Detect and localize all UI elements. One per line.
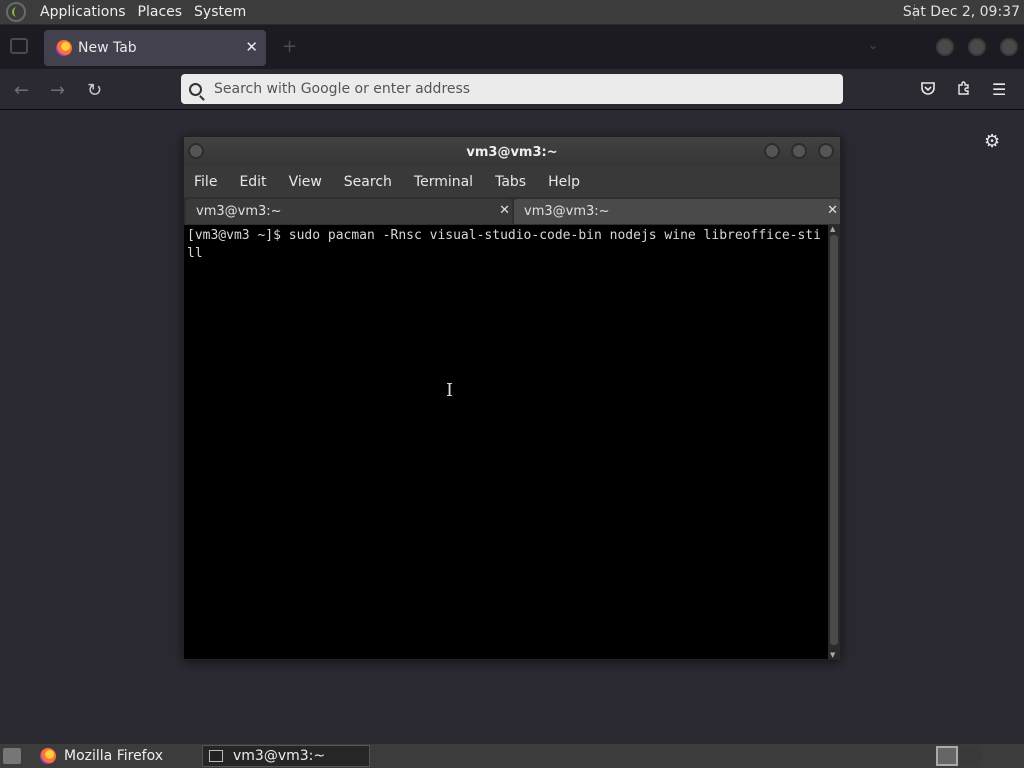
terminal-minimize-button[interactable] [764,143,780,159]
terminal-window: vm3@vm3:~ File Edit View Search Terminal… [183,136,841,660]
terminal-tab-bar: vm3@vm3:~ ✕ vm3@vm3:~ ✕ [184,197,840,225]
search-icon [189,82,202,96]
terminal-titlebar[interactable]: vm3@vm3:~ [184,137,840,167]
text-cursor-icon: I [446,380,454,401]
terminal-output[interactable]: [vm3@vm3 ~]$ sudo pacman -Rnsc visual-st… [184,225,828,659]
menu-view[interactable]: View [289,174,322,190]
menu-system[interactable]: System [188,4,252,20]
reload-icon[interactable]: ↻ [87,80,102,101]
terminal-tab-2[interactable]: vm3@vm3:~ ✕ [514,199,840,224]
pocket-icon[interactable] [920,80,936,100]
url-bar[interactable] [181,74,843,104]
menu-tabs[interactable]: Tabs [495,174,526,190]
terminal-tab-1[interactable]: vm3@vm3:~ ✕ [186,199,512,224]
puzzle-icon[interactable] [956,80,972,100]
taskbar-terminal[interactable]: vm3@vm3:~ [202,745,370,767]
scrollbar-thumb[interactable] [830,235,838,645]
sidebar-icon[interactable] [10,38,28,54]
clock[interactable]: Sat Dec 2, 09:37 [903,4,1020,20]
menu-file[interactable]: File [194,174,217,190]
minimize-window-button[interactable] [936,38,954,56]
close-icon[interactable]: ✕ [827,203,838,218]
maximize-window-button[interactable] [968,38,986,56]
menu-places[interactable]: Places [132,4,189,20]
close-tab-icon[interactable]: ✕ [245,38,258,56]
scroll-down-icon[interactable]: ▼ [830,651,835,659]
arrow-left-icon[interactable]: ← [14,80,29,101]
gear-icon[interactable]: ⚙ [984,131,1000,152]
top-panel: Applications Places System Sat Dec 2, 09… [0,0,1024,25]
menu-applications[interactable]: Applications [34,4,132,20]
terminal-tab-label: vm3@vm3:~ [524,204,610,219]
workspace-1[interactable] [936,746,958,766]
list-tabs-icon[interactable]: ⌄ [868,38,878,52]
close-window-button[interactable] [1000,38,1018,56]
terminal-icon [209,750,223,762]
hamburger-icon[interactable]: ☰ [992,80,1006,99]
terminal-tab-label: vm3@vm3:~ [196,204,282,219]
workspace-2[interactable] [960,746,982,766]
menu-help[interactable]: Help [548,174,580,190]
window-menu-button[interactable] [188,143,204,159]
tab-title: New Tab [78,40,137,56]
scroll-up-icon[interactable]: ▲ [830,225,835,233]
menu-edit[interactable]: Edit [239,174,266,190]
terminal-close-button[interactable] [818,143,834,159]
firefox-icon [56,40,72,56]
menu-search[interactable]: Search [344,174,392,190]
arrow-right-icon[interactable]: → [50,80,65,101]
url-input[interactable] [214,81,814,97]
new-tab-icon[interactable]: + [282,36,297,57]
task-label: Mozilla Firefox [64,748,164,764]
task-label: vm3@vm3:~ [233,748,326,764]
distro-logo-icon[interactable] [6,2,26,22]
firefox-icon [40,748,56,764]
terminal-scrollbar[interactable]: ▲ ▼ [828,225,840,659]
taskbar-firefox[interactable]: Mozilla Firefox [34,745,200,767]
terminal-menubar: File Edit View Search Terminal Tabs Help [184,167,840,197]
close-icon[interactable]: ✕ [499,203,510,218]
terminal-maximize-button[interactable] [791,143,807,159]
terminal-title: vm3@vm3:~ [466,144,558,160]
show-desktop-icon[interactable] [3,748,21,764]
menu-terminal[interactable]: Terminal [414,174,473,190]
tab-new-tab[interactable]: New Tab ✕ [44,30,266,66]
